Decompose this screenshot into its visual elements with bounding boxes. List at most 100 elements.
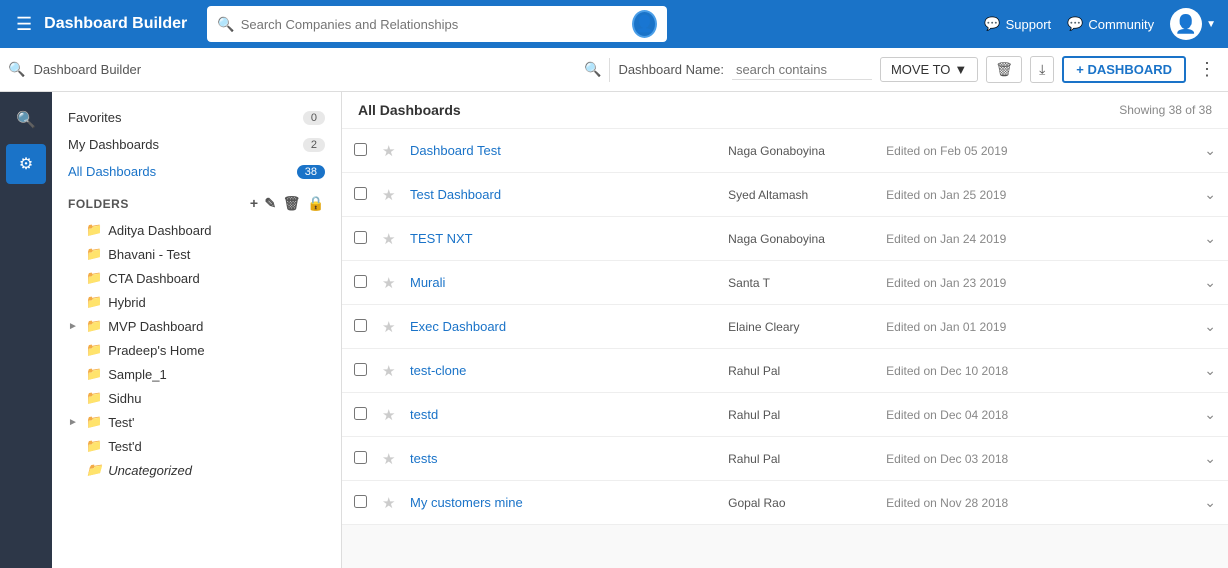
move-to-button[interactable]: MOVE TO ▼ [880,57,978,82]
favorite-star[interactable]: ★ [382,318,402,336]
row-checkbox[interactable] [354,143,367,156]
hamburger-menu[interactable]: ☰ [12,10,36,39]
favorite-star[interactable]: ★ [382,494,402,512]
delete-button[interactable]: 🗑 [986,56,1022,83]
search-sm-button[interactable]: 🔍 [584,61,601,78]
folder-name: Hybrid [108,295,146,310]
favorite-star[interactable]: ★ [382,362,402,380]
dashboard-name-link[interactable]: test-clone [410,363,720,378]
row-expand-button[interactable]: ⌄ [1204,142,1216,159]
dashboard-edit-date: Edited on Dec 04 2018 [886,408,1196,422]
table-row: ★ Murali Santa T Edited on Jan 23 2019 ⌄ [342,261,1228,305]
row-expand-button[interactable]: ⌄ [1204,230,1216,247]
dashboard-owner: Rahul Pal [728,408,878,422]
user-menu[interactable]: 👤 ▼ [1170,8,1216,40]
export-button[interactable]: ⤓ [1030,56,1054,83]
dashboard-name-link[interactable]: Murali [410,275,720,290]
row-expand-button[interactable]: ⌄ [1204,362,1216,379]
favorite-star[interactable]: ★ [382,186,402,204]
row-expand-button[interactable]: ⌄ [1204,318,1216,335]
filter-all-dashboards[interactable]: All Dashboards 38 [52,158,341,185]
dashboard-name-link[interactable]: tests [410,451,720,466]
folder-item[interactable]: 📁 Pradeep's Home [52,338,341,362]
dashboard-owner: Syed Altamash [728,188,878,202]
row-expand-button[interactable]: ⌄ [1204,274,1216,291]
add-dashboard-button[interactable]: + DASHBOARD [1062,56,1186,83]
row-checkbox[interactable] [354,275,367,288]
chevron-down-icon: ▼ [1206,19,1216,30]
dashboard-name-link[interactable]: Test Dashboard [410,187,720,202]
sidebar-icon-settings[interactable]: ⚙ [6,144,46,184]
row-checkbox[interactable] [354,187,367,200]
table-row: ★ Dashboard Test Naga Gonaboyina Edited … [342,129,1228,173]
row-checkbox[interactable] [354,319,367,332]
folder-item[interactable]: 📁 Aditya Dashboard [52,218,341,242]
row-checkbox[interactable] [354,451,367,464]
row-expand-button[interactable]: ⌄ [1204,406,1216,423]
folder-item[interactable]: 📁 Sample_1 [52,362,341,386]
row-checkbox-cell[interactable] [354,451,374,467]
folder-name: Sidhu [108,391,141,406]
folder-list: 📁 Aditya Dashboard 📁 Bhavani - Test 📁 CT… [52,218,341,482]
secondary-toolbar: 🔍 Dashboard Builder 🔍 Dashboard Name: MO… [0,48,1228,92]
row-checkbox-cell[interactable] [354,143,374,159]
community-link[interactable]: 💬 Community [1067,16,1154,32]
dashboard-name-link[interactable]: TEST NXT [410,231,720,246]
row-expand-button[interactable]: ⌄ [1204,450,1216,467]
folder-item[interactable]: 📁 Bhavani - Test [52,242,341,266]
sidebar-search-icon[interactable]: 🔍 [8,61,25,78]
folders-header: FOLDERS + ✎ 🗑 🔒 [52,185,341,218]
row-checkbox[interactable] [354,495,367,508]
row-checkbox-cell[interactable] [354,363,374,379]
row-checkbox-cell[interactable] [354,231,374,247]
folder-item[interactable]: 📁 Hybrid [52,290,341,314]
favorite-star[interactable]: ★ [382,142,402,160]
dashboard-owner: Elaine Cleary [728,320,878,334]
favorite-star[interactable]: ★ [382,274,402,292]
support-link[interactable]: 💬 Support [984,16,1051,32]
dashboard-name-link[interactable]: Dashboard Test [410,143,720,158]
row-expand-button[interactable]: ⌄ [1204,494,1216,511]
community-icon: 💬 [1067,16,1083,32]
dashboard-name-link[interactable]: Exec Dashboard [410,319,720,334]
folder-item[interactable]: ► 📁 Test' [52,410,341,434]
dashboard-name-link[interactable]: My customers mine [410,495,720,510]
filter-my-dashboards[interactable]: My Dashboards 2 [52,131,341,158]
edit-folder-icon[interactable]: ✎ [265,195,277,212]
row-checkbox-cell[interactable] [354,407,374,423]
add-folder-icon[interactable]: + [250,195,259,212]
row-checkbox-cell[interactable] [354,275,374,291]
folder-name: Pradeep's Home [108,343,204,358]
global-search-bar[interactable]: 🔍 👤 [207,6,667,42]
folder-item[interactable]: 📁 CTA Dashboard [52,266,341,290]
row-checkbox-cell[interactable] [354,495,374,511]
sidebar-icon-search[interactable]: 🔍 [6,100,46,140]
dashboard-owner: Gopal Rao [728,496,878,510]
folder-icon: 📁 [86,294,102,310]
row-checkbox-cell[interactable] [354,187,374,203]
row-checkbox[interactable] [354,231,367,244]
dashboard-owner: Santa T [728,276,878,290]
dashboard-name-link[interactable]: testd [410,407,720,422]
row-expand-button[interactable]: ⌄ [1204,186,1216,203]
folder-item[interactable]: 📁 Test'd [52,434,341,458]
folder-item[interactable]: 📁 Uncategorized [52,458,341,482]
dashboard-owner: Rahul Pal [728,452,878,466]
dashboard-edit-date: Edited on Jan 01 2019 [886,320,1196,334]
more-options-button[interactable]: ⋮ [1194,55,1220,84]
search-icon: 🔍 [217,16,234,33]
favorite-star[interactable]: ★ [382,406,402,424]
favorite-star[interactable]: ★ [382,230,402,248]
folder-item[interactable]: 📁 Sidhu [52,386,341,410]
row-checkbox-cell[interactable] [354,319,374,335]
global-search-input[interactable] [241,17,627,32]
row-checkbox[interactable] [354,363,367,376]
favorite-star[interactable]: ★ [382,450,402,468]
db-name-search-input[interactable] [732,60,872,80]
row-checkbox[interactable] [354,407,367,420]
filter-favorites[interactable]: Favorites 0 [52,104,341,131]
delete-folder-icon[interactable]: 🗑 [283,195,301,212]
lock-folder-icon[interactable]: 🔒 [307,195,325,212]
folder-name: Bhavani - Test [108,247,190,262]
folder-item[interactable]: ► 📁 MVP Dashboard [52,314,341,338]
